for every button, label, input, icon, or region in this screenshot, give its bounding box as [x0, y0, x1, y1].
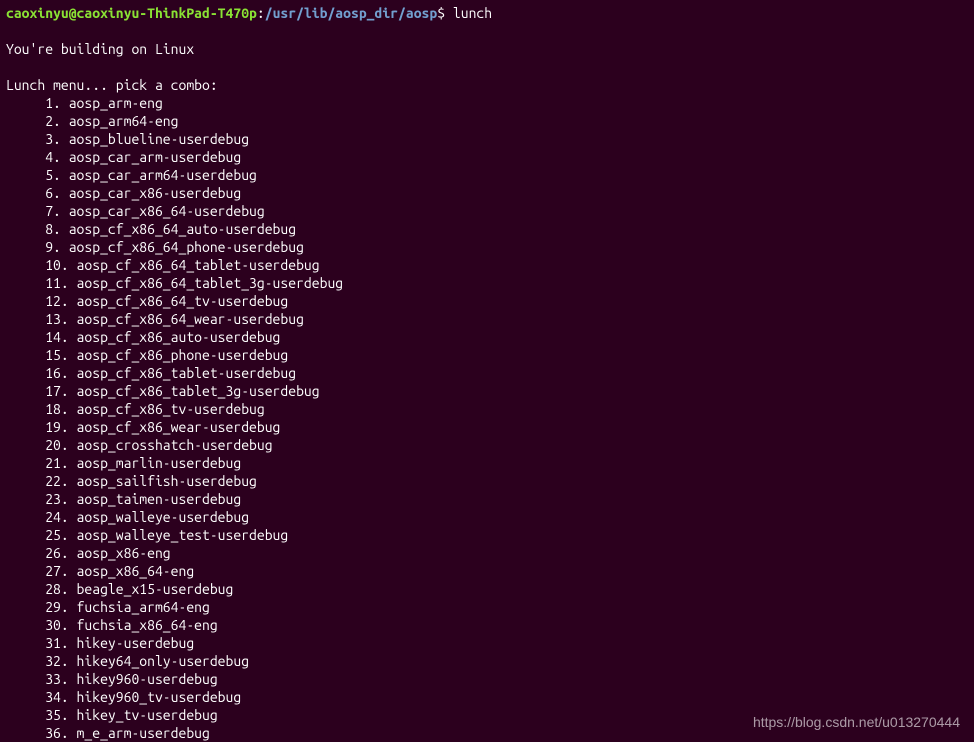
blank-line: [6, 58, 968, 76]
menu-item: 19. aosp_cf_x86_wear-userdebug: [6, 418, 968, 436]
menu-item: 13. aosp_cf_x86_64_wear-userdebug: [6, 310, 968, 328]
command-input: [445, 5, 453, 21]
menu-item: 26. aosp_x86-eng: [6, 544, 968, 562]
menu-item: 24. aosp_walleye-userdebug: [6, 508, 968, 526]
menu-item: 32. hikey64_only-userdebug: [6, 652, 968, 670]
menu-item: 21. aosp_marlin-userdebug: [6, 454, 968, 472]
menu-item: 11. aosp_cf_x86_64_tablet_3g-userdebug: [6, 274, 968, 292]
menu-header: Lunch menu... pick a combo:: [6, 76, 968, 94]
blank-line: [6, 22, 968, 40]
menu-item: 33. hikey960-userdebug: [6, 670, 968, 688]
menu-item: 16. aosp_cf_x86_tablet-userdebug: [6, 364, 968, 382]
menu-item: 3. aosp_blueline-userdebug: [6, 130, 968, 148]
menu-item: 14. aosp_cf_x86_auto-userdebug: [6, 328, 968, 346]
menu-item: 23. aosp_taimen-userdebug: [6, 490, 968, 508]
watermark: https://blog.csdn.net/u013270444: [753, 713, 960, 731]
menu-item: 4. aosp_car_arm-userdebug: [6, 148, 968, 166]
menu-item: 5. aosp_car_arm64-userdebug: [6, 166, 968, 184]
menu-item: 8. aosp_cf_x86_64_auto-userdebug: [6, 220, 968, 238]
menu-item: 25. aosp_walleye_test-userdebug: [6, 526, 968, 544]
menu-item: 34. hikey960_tv-userdebug: [6, 688, 968, 706]
menu-item: 29. fuchsia_arm64-eng: [6, 598, 968, 616]
menu-item: 7. aosp_car_x86_64-userdebug: [6, 202, 968, 220]
menu-item: 10. aosp_cf_x86_64_tablet-userdebug: [6, 256, 968, 274]
menu-item: 12. aosp_cf_x86_64_tv-userdebug: [6, 292, 968, 310]
menu-item: 6. aosp_car_x86-userdebug: [6, 184, 968, 202]
menu-item: 30. fuchsia_x86_64-eng: [6, 616, 968, 634]
menu-item: 9. aosp_cf_x86_64_phone-userdebug: [6, 238, 968, 256]
menu-item: 20. aosp_crosshatch-userdebug: [6, 436, 968, 454]
dollar: $: [437, 5, 445, 21]
prompt-line: caoxinyu@caoxinyu-ThinkPad-T470p:/usr/li…: [6, 4, 968, 22]
menu-item: 17. aosp_cf_x86_tablet_3g-userdebug: [6, 382, 968, 400]
colon: :: [257, 5, 265, 21]
menu-item: 22. aosp_sailfish-userdebug: [6, 472, 968, 490]
menu-item: 27. aosp_x86_64-eng: [6, 562, 968, 580]
command-text: lunch: [453, 5, 492, 21]
menu-item: 28. beagle_x15-userdebug: [6, 580, 968, 598]
menu-item: 18. aosp_cf_x86_tv-userdebug: [6, 400, 968, 418]
terminal-window[interactable]: caoxinyu@caoxinyu-ThinkPad-T470p:/usr/li…: [0, 4, 974, 742]
user-host: caoxinyu@caoxinyu-ThinkPad-T470p: [6, 5, 257, 21]
menu-item: 1. aosp_arm-eng: [6, 94, 968, 112]
menu-item: 2. aosp_arm64-eng: [6, 112, 968, 130]
build-message: You're building on Linux: [6, 40, 968, 58]
menu-item: 15. aosp_cf_x86_phone-userdebug: [6, 346, 968, 364]
path: /usr/lib/aosp_dir/aosp: [265, 5, 437, 21]
menu-item: 31. hikey-userdebug: [6, 634, 968, 652]
